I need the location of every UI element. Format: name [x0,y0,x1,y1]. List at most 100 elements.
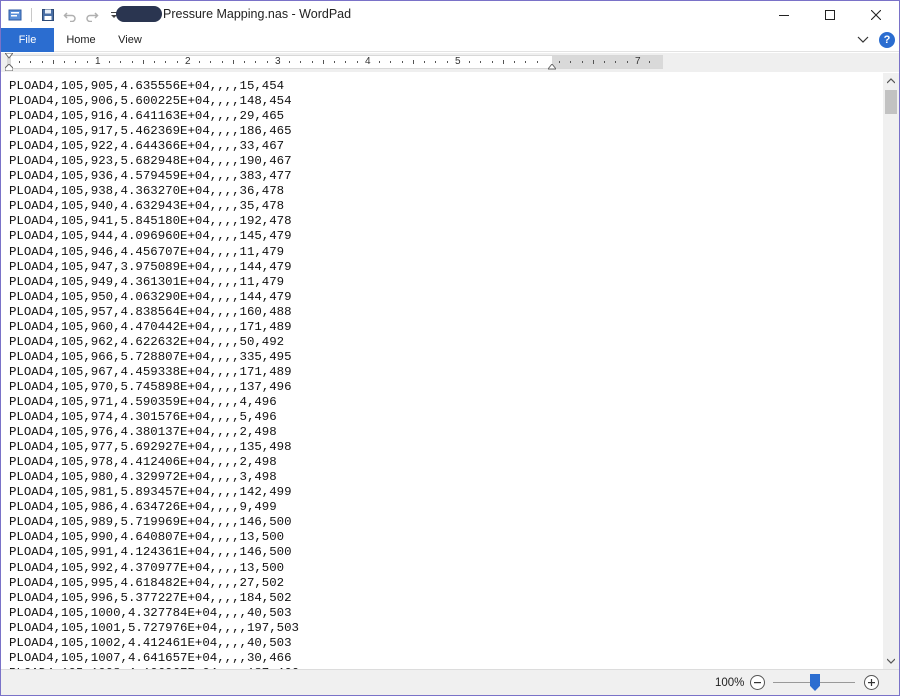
text-line[interactable]: PLOAD4,105,966,5.728807E+04,,,,335,495 [9,350,299,365]
toolbar-divider [31,8,32,22]
text-line[interactable]: PLOAD4,105,976,4.380137E+04,,,,2,498 [9,425,299,440]
zoom-in-button[interactable] [864,675,879,690]
ruler-tick [312,61,313,63]
text-line[interactable]: PLOAD4,105,917,5.462369E+04,,,,186,465 [9,124,299,139]
text-line[interactable]: PLOAD4,105,941,5.845180E+04,,,,192,478 [9,214,299,229]
ruler-tick [289,61,290,63]
chevron-down-icon [857,36,869,43]
ruler-tick [604,61,605,63]
text-line[interactable]: PLOAD4,105,980,4.329972E+04,,,,3,498 [9,470,299,485]
maximize-button[interactable] [807,1,853,28]
text-line[interactable]: PLOAD4,105,946,4.456707E+04,,,,11,479 [9,245,299,260]
scroll-thumb[interactable] [885,90,897,114]
text-line[interactable]: PLOAD4,105,971,4.590359E+04,,,,4,496 [9,395,299,410]
ruler-tick [30,61,31,63]
close-button[interactable] [853,1,899,28]
ruler-tick [492,61,493,63]
save-icon[interactable] [38,5,58,25]
text-line[interactable]: PLOAD4,105,960,4.470442E+04,,,,171,489 [9,320,299,335]
text-line[interactable]: PLOAD4,105,996,5.377227E+04,,,,184,502 [9,591,299,606]
text-line[interactable]: PLOAD4,105,936,4.579459E+04,,,,383,477 [9,169,299,184]
text-line[interactable]: PLOAD4,105,978,4.412406E+04,,,,2,498 [9,455,299,470]
zoom-out-button[interactable] [750,675,765,690]
text-line[interactable]: PLOAD4,105,992,4.370977E+04,,,,13,500 [9,561,299,576]
right-indent-marker[interactable] [548,64,556,70]
close-icon [871,9,881,20]
text-line[interactable]: PLOAD4,105,977,5.692927E+04,,,,135,498 [9,440,299,455]
ruler-tick [199,61,200,63]
ruler-tick [87,61,88,63]
text-line[interactable]: PLOAD4,105,947,3.975089E+04,,,,144,479 [9,260,299,275]
wordpad-app-icon[interactable] [5,5,25,25]
zoom-slider-thumb[interactable] [810,674,820,691]
text-line[interactable]: PLOAD4,105,957,4.838564E+04,,,,160,488 [9,305,299,320]
text-line[interactable]: PLOAD4,105,1007,4.641657E+04,,,,30,466 [9,651,299,666]
redo-icon[interactable] [82,5,102,25]
chevron-up-icon [887,78,895,84]
text-line[interactable]: PLOAD4,105,916,4.641163E+04,,,,29,465 [9,109,299,124]
text-line[interactable]: PLOAD4,105,938,4.363270E+04,,,,36,478 [9,184,299,199]
document-text[interactable]: PLOAD4,105,905,4.635556E+04,,,,15,454 PLO… [9,79,299,669]
ruler-tick [503,60,504,64]
document-area[interactable]: PLOAD4,105,905,4.635556E+04,,,,15,454 PLO… [1,73,883,669]
text-line[interactable]: PLOAD4,105,970,5.745898E+04,,,,137,496 [9,380,299,395]
ruler-tick [424,61,425,63]
wordpad-window: Pressure Mapping.nas - WordPad File Home… [0,0,900,696]
text-line[interactable]: PLOAD4,105,981,5.893457E+04,,,,142,499 [9,485,299,500]
text-line[interactable]: PLOAD4,105,986,4.634726E+04,,,,9,499 [9,500,299,515]
ruler-tick [75,61,76,63]
ruler-tick [413,60,414,64]
text-line[interactable]: PLOAD4,105,944,4.096960E+04,,,,145,479 [9,229,299,244]
text-line[interactable]: PLOAD4,105,989,5.719969E+04,,,,146,500 [9,515,299,530]
ruler-tick [233,60,234,64]
tab-file[interactable]: File [1,28,54,52]
tab-view[interactable]: View [109,28,151,52]
ruler-tick [132,61,133,63]
ruler-tick [177,61,178,63]
ruler-tick [222,61,223,63]
ruler[interactable]: 1 2 3 4 5 7 [5,53,663,71]
ruler-tick [42,61,43,63]
text-line[interactable]: PLOAD4,105,1000,4.327784E+04,,,,40,503 [9,606,299,621]
left-indent-marker[interactable] [5,64,13,71]
ruler-tick [357,61,358,63]
text-line[interactable]: PLOAD4,105,1002,4.412461E+04,,,,40,503 [9,636,299,651]
scroll-down-button[interactable] [883,653,899,669]
text-line[interactable]: PLOAD4,105,922,4.644366E+04,,,,33,467 [9,139,299,154]
ruler-tick [480,61,481,63]
text-line[interactable]: PLOAD4,105,905,4.635556E+04,,,,15,454 [9,79,299,94]
text-line[interactable]: PLOAD4,105,990,4.640807E+04,,,,13,500 [9,530,299,545]
text-line[interactable]: PLOAD4,105,967,4.459338E+04,,,,171,489 [9,365,299,380]
text-line[interactable]: PLOAD4,105,940,4.632943E+04,,,,35,478 [9,199,299,214]
tab-home[interactable]: Home [57,28,105,52]
ruler-tick [582,61,583,63]
text-line[interactable]: PLOAD4,105,1001,5.727976E+04,,,,197,503 [9,621,299,636]
chevron-down-icon [887,658,895,664]
ruler-tick [615,61,616,63]
ruler-tick [379,61,380,63]
ruler-tick [559,61,560,63]
scroll-up-button[interactable] [883,73,899,89]
vertical-scrollbar[interactable] [883,73,899,669]
ruler-tick [345,61,346,63]
text-line[interactable]: PLOAD4,105,995,4.618482E+04,,,,27,502 [9,576,299,591]
help-button[interactable]: ? [879,32,895,48]
text-line[interactable]: PLOAD4,105,991,4.124361E+04,,,,146,500 [9,545,299,560]
text-line[interactable]: PLOAD4,105,950,4.063290E+04,,,,144,479 [9,290,299,305]
minimize-button[interactable] [761,1,807,28]
text-line[interactable]: PLOAD4,105,962,4.622632E+04,,,,50,492 [9,335,299,350]
first-line-indent-marker[interactable] [5,53,13,59]
ruler-number: 2 [185,56,191,67]
ruler-tick [64,61,65,63]
redacted-title-segment [116,6,162,22]
undo-icon[interactable] [60,5,80,25]
minus-icon [754,682,761,684]
collapse-ribbon-button[interactable] [857,31,869,49]
ruler-tick [120,61,121,63]
ruler-tick [255,61,256,63]
ruler-tick [210,61,211,63]
text-line[interactable]: PLOAD4,105,949,4.361301E+04,,,,11,479 [9,275,299,290]
text-line[interactable]: PLOAD4,105,923,5.682948E+04,,,,190,467 [9,154,299,169]
text-line[interactable]: PLOAD4,105,974,4.301576E+04,,,,5,496 [9,410,299,425]
text-line[interactable]: PLOAD4,105,906,5.600225E+04,,,,148,454 [9,94,299,109]
